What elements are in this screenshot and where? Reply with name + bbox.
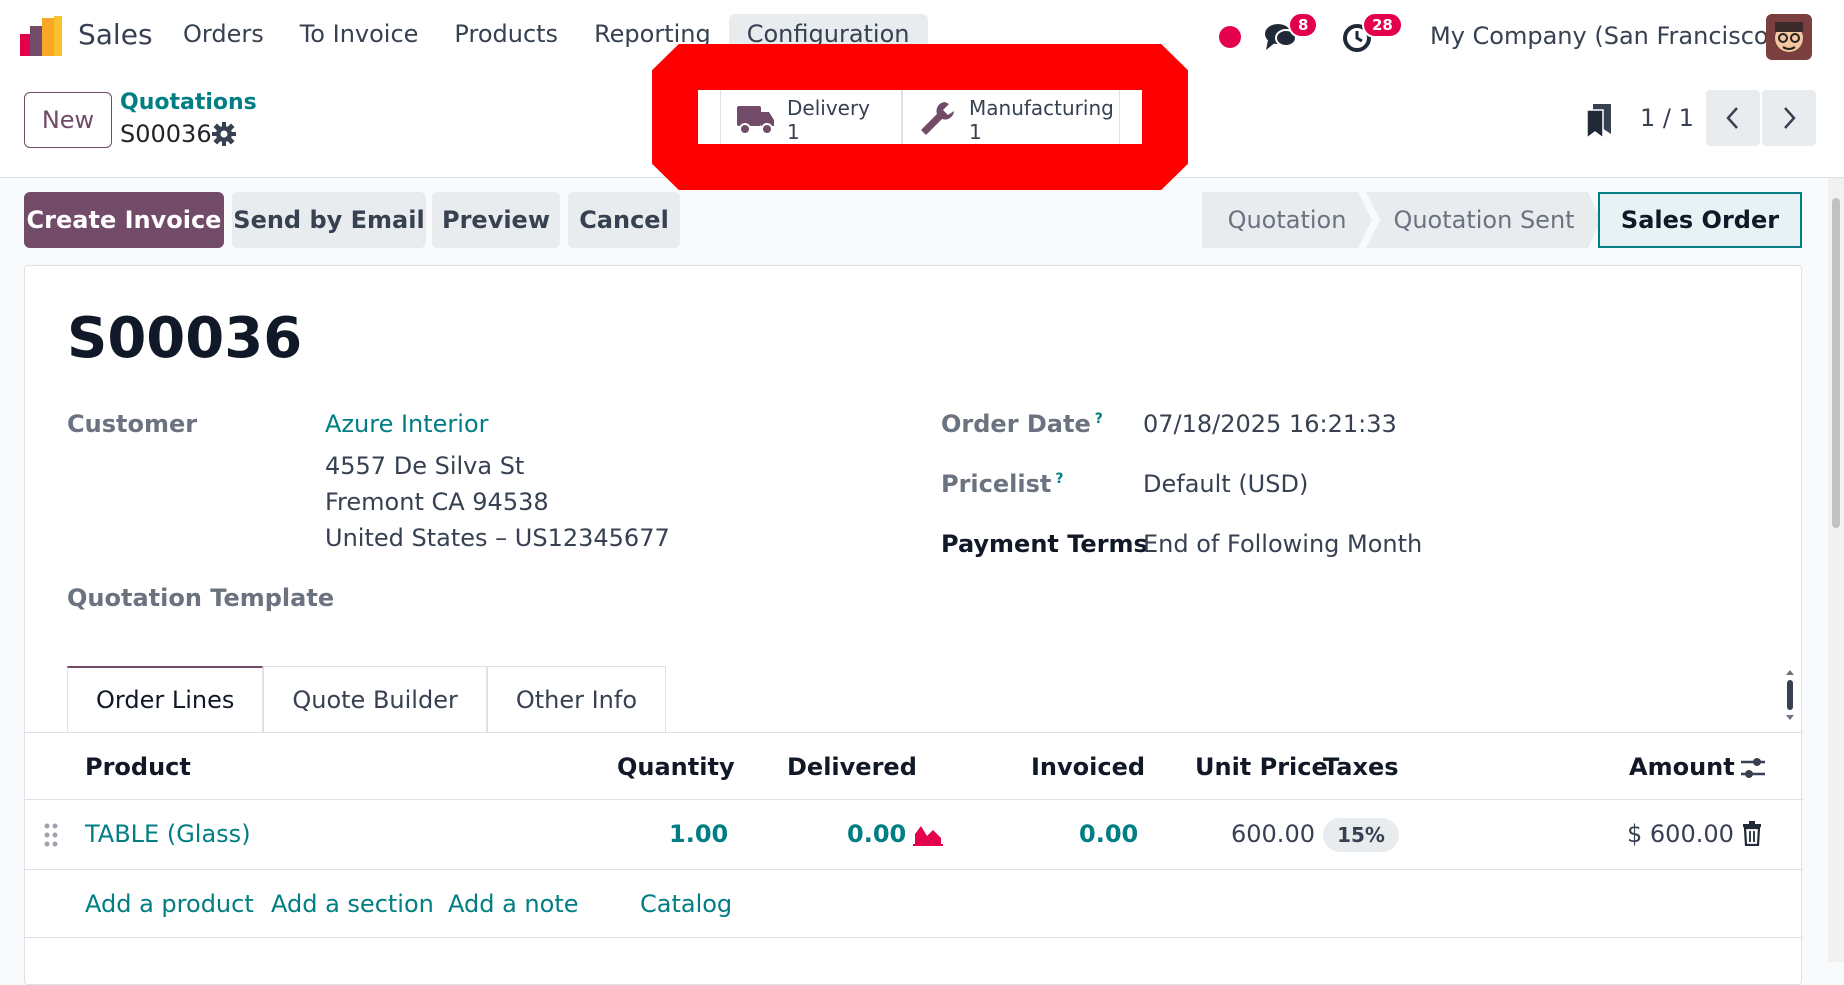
order-lines-header: Product Quantity Delivered Invoiced Unit… [25,732,1803,800]
add-section-link[interactable]: Add a section [271,890,434,918]
optional-columns-icon[interactable] [1739,755,1767,781]
tab-quote-builder[interactable]: Quote Builder [263,666,487,732]
wrench-icon [921,102,954,135]
chevron-left-icon [1726,107,1738,129]
order-date-label: Order Date? [941,410,1103,438]
preview-button[interactable]: Preview [432,192,560,248]
status-sales-order[interactable]: Sales Order [1598,192,1802,248]
column-product[interactable]: Product [85,753,191,781]
status-quotation[interactable]: Quotation [1202,192,1372,248]
pager-value[interactable]: 1 / 1 [1640,104,1694,132]
pager-previous-button[interactable] [1706,90,1760,146]
menu-orders[interactable]: Orders [165,14,282,62]
delivery-smart-button[interactable]: Delivery 1 [720,90,902,144]
table-scrollbar-icon[interactable] [1785,670,1795,720]
pricelist-field[interactable]: Default (USD) [1143,470,1308,498]
record-title: S00036 [67,306,303,371]
add-note-link[interactable]: Add a note [448,890,579,918]
breadcrumb-current: S00036 [120,120,212,148]
pricelist-label: Pricelist? [941,470,1064,498]
manufacturing-smart-button[interactable]: Manufacturing 1 [902,90,1120,144]
line-unit-price[interactable]: 600.00 [1231,820,1315,848]
payment-terms-label: Payment Terms [941,530,1148,558]
line-delivered[interactable]: 0.00 [847,820,906,848]
drag-handle-icon[interactable] [43,822,59,848]
tab-order-lines[interactable]: Order Lines [67,666,264,732]
customer-address-line3: United States – US12345677 [325,524,670,552]
create-invoice-button[interactable]: Create Invoice [24,192,224,248]
cancel-button[interactable]: Cancel [568,192,680,248]
send-by-email-button[interactable]: Send by Email [232,192,426,248]
bookmark-icon[interactable] [1587,104,1611,138]
form-sheet: S00036 Customer Azure Interior 4557 De S… [24,265,1803,985]
gear-icon[interactable] [212,122,236,146]
user-avatar-icon[interactable] [1766,14,1812,60]
column-delivered[interactable]: Delivered [787,753,917,781]
quotation-template-label: Quotation Template [67,584,335,612]
activities-badge: 28 [1362,12,1403,38]
column-amount[interactable]: Amount [1629,753,1735,781]
tab-other-info[interactable]: Other Info [486,666,667,732]
column-taxes[interactable]: Taxes [1323,753,1399,781]
sales-app-logo-icon[interactable] [20,16,64,56]
column-invoiced[interactable]: Invoiced [1031,753,1145,781]
manufacturing-label: Manufacturing [969,96,1114,120]
line-quantity[interactable]: 1.00 [669,820,728,848]
page-scrollbar-thumb[interactable] [1832,198,1840,528]
table-row[interactable]: TABLE (Glass) 1.00 0.00 0.00 600.00 15% … [25,800,1803,870]
payment-terms-field[interactable]: End of Following Month [1143,530,1422,558]
add-product-link[interactable]: Add a product [85,890,254,918]
page-scrollbar[interactable] [1828,178,1844,962]
customer-label: Customer [67,410,198,438]
line-tax-badge[interactable]: 15% [1323,818,1399,852]
menu-to-invoice[interactable]: To Invoice [282,14,437,62]
line-invoiced[interactable]: 0.00 [1079,820,1138,848]
column-unit-price[interactable]: Unit Price [1195,753,1328,781]
messages-badge: 8 [1288,12,1319,38]
catalog-link[interactable]: Catalog [640,890,732,918]
customer-field[interactable]: Azure Interior [325,410,489,438]
recording-indicator-icon[interactable] [1219,26,1241,48]
new-button[interactable]: New [24,92,112,148]
add-line-row: Add a product Add a section Add a note C… [25,870,1803,938]
breadcrumb-quotations[interactable]: Quotations [120,90,257,115]
forecast-chart-icon[interactable] [913,820,943,846]
customer-address-line2: Fremont CA 94538 [325,488,549,516]
company-switcher[interactable]: My Company (San Francisco) [1430,22,1778,50]
line-amount: $ 600.00 [1627,820,1734,848]
line-product[interactable]: TABLE (Glass) [85,820,251,848]
trash-icon[interactable] [1741,820,1763,846]
delivery-label: Delivery [787,96,871,120]
form-action-bar: Create Invoice Send by Email Preview Can… [0,178,1844,258]
order-date-help[interactable]: ? [1095,411,1103,427]
truck-icon [737,106,774,135]
column-quantity[interactable]: Quantity [617,753,735,781]
status-quotation-sent[interactable]: Quotation Sent [1366,192,1602,248]
pricelist-help[interactable]: ? [1055,471,1063,487]
delivery-count: 1 [787,120,800,144]
customer-address-line1: 4557 De Silva St [325,452,525,480]
chevron-right-icon [1784,107,1796,129]
notebook-tabs: Order Lines Quote Builder Other Info [67,666,667,732]
menu-products[interactable]: Products [436,14,576,62]
pager-next-button[interactable] [1762,90,1816,146]
order-date-field[interactable]: 07/18/2025 16:21:33 [1143,410,1397,438]
manufacturing-count: 1 [969,120,982,144]
app-name[interactable]: Sales [78,18,153,51]
